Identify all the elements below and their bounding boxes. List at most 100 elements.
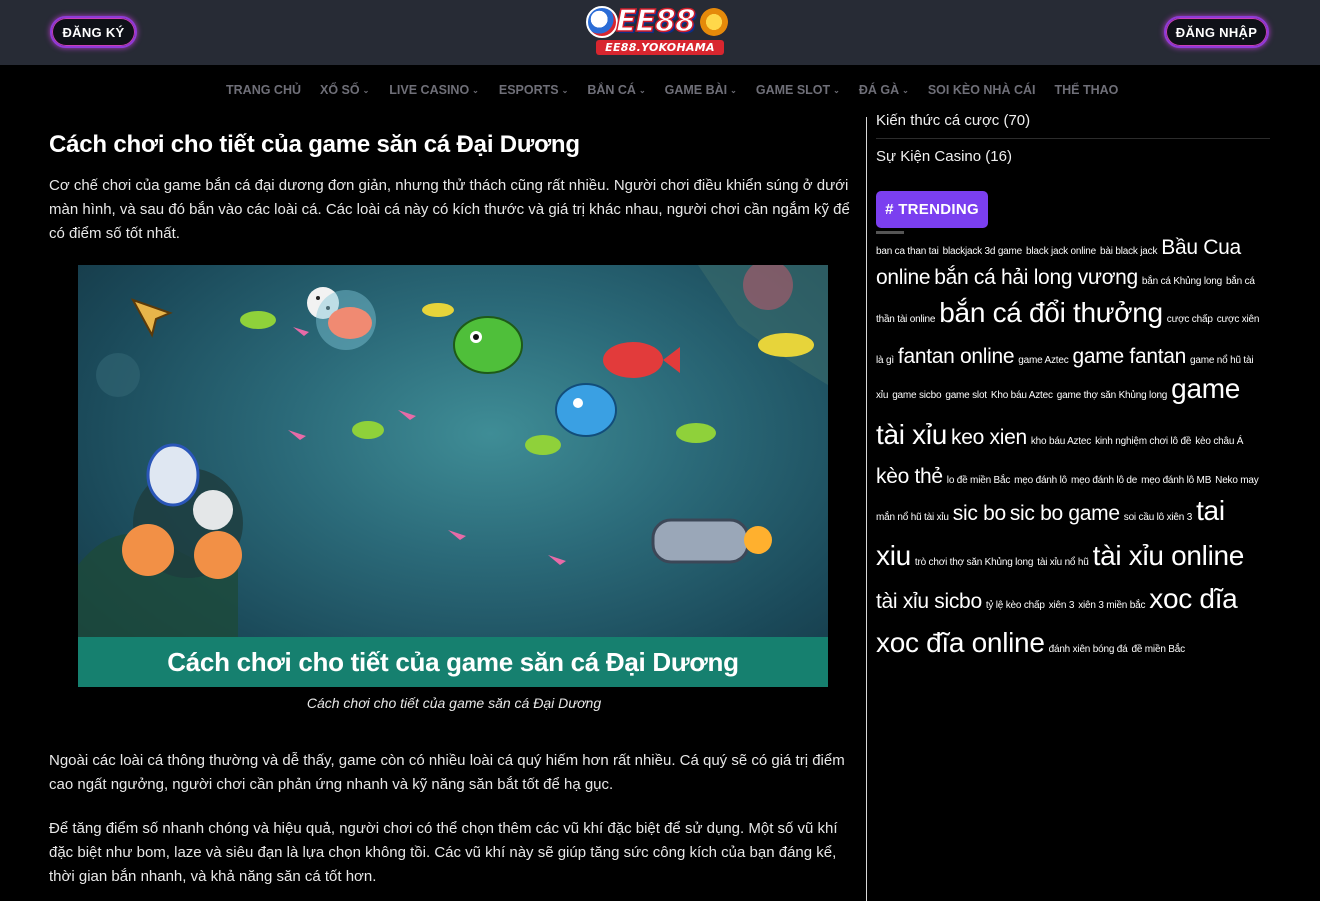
tag-link[interactable]: là gì [876,356,894,366]
coin-icon [700,8,728,36]
tag-link[interactable]: cược chấp [1167,315,1213,325]
tag-line: xiu trò chơi thợ săn Khủng long tài xỉu nổ… [876,542,1248,576]
tag-link[interactable]: sic bo game [1010,503,1120,524]
tag-line: xoc đĩa online đánh xiên bóng đá đề miền B… [876,629,1189,663]
tag-link[interactable]: kho báu Aztec [1031,437,1091,447]
content-divider [866,117,867,901]
tag-link[interactable]: xỉu [876,391,888,401]
tag-link[interactable]: tài xỉu nổ hũ [1037,558,1089,568]
site-header: ĐĂNG KÝ EE88 EE88.YOKOHAMA ĐĂNG NHẬP [0,0,1320,65]
tag-link[interactable]: lo đề miền Bắc [947,476,1011,486]
logo-text: EE88 [615,3,696,40]
tag-line: tài xỉu keo xien kho báu Aztec kinh nghiệm … [876,421,1247,455]
nav-item-label: TRANG CHỦ [226,83,301,97]
category-link[interactable]: Sự Kiện Casino (16) [876,148,1012,165]
register-button[interactable]: ĐĂNG KÝ [50,16,137,48]
category-link[interactable]: Kiến thức cá cược (70) [876,112,1030,129]
tag-link[interactable]: thần tài online [876,315,935,325]
mascot-icon [586,6,618,38]
tag-line: xỉu game sicbo game slot Kho báu Aztec game … [876,375,1244,409]
nav-item[interactable]: THỂ THAO [1055,83,1119,97]
tag-link[interactable]: keo xien [951,427,1027,448]
nav-item-label: THỂ THAO [1054,83,1119,97]
chevron-down-icon: ⌄ [902,85,909,95]
tag-link[interactable]: đánh xiên bóng đá [1049,645,1128,655]
tag-link[interactable]: xiên 3 miền bắc [1078,601,1145,611]
tag-line: online bắn cá hải long vương bắn cá Khủng … [876,267,1259,294]
tag-link[interactable]: cược xiên [1217,315,1260,325]
tag-link[interactable]: bắn cá Khủng long [1142,277,1222,287]
tag-link[interactable]: bắn cá hải long vương [934,267,1138,288]
tag-line: ban ca than tai blackjack 3d game black ja… [876,237,1245,264]
login-button[interactable]: ĐĂNG NHẬP [1164,16,1269,48]
tag-line: thần tài online bắn cá đổi thưởng cược chấ… [876,299,1263,333]
tag-link[interactable]: xoc dĩa [1149,585,1237,613]
tag-link[interactable]: sic bo [953,503,1006,524]
nav-item[interactable]: SOI KÈO NHÀ CÁI [928,83,1036,97]
tag-link[interactable]: trò chơi thợ săn Khủng long [915,558,1034,568]
tag-link[interactable]: xiu [876,542,911,570]
tag-link[interactable]: bài black jack [1100,247,1157,257]
chevron-down-icon: ⌄ [833,85,840,95]
article-heading: Cách chơi cho tiết của game săn cá Đại D… [49,131,580,158]
nav-item-label: ĐÁ GÀ [858,83,900,97]
tag-link[interactable]: game thợ săn Khủng long [1057,391,1168,401]
tag-link[interactable]: soi cầu lô xiên 3 [1124,513,1193,523]
tag-line: là gì fantan online game Aztec game fantan g… [876,346,1257,373]
article-paragraph-2: Ngoài các loài cá thông thường và dễ thấ… [49,752,845,793]
tag-link[interactable]: bắn cá [1226,277,1255,287]
tag-link[interactable]: tỷ lệ kèo chấp [986,601,1045,611]
tag-line: tài xỉu sicbo tỷ lệ kèo chấp xiên 3 xiên 3 … [876,585,1241,619]
tag-link[interactable]: black jack online [1026,247,1096,257]
tag-link[interactable]: Kho báu Aztec [991,391,1053,401]
tag-link[interactable]: Neko may [1215,476,1259,486]
tag-link[interactable]: game slot [945,391,987,401]
tag-link[interactable]: đề miền Bắc [1132,645,1186,655]
nav-item-label: GAME BÀI [664,83,728,97]
site-logo[interactable]: EE88 EE88.YOKOHAMA [586,3,734,58]
tag-link[interactable]: tài xỉu [876,421,947,449]
tag-link[interactable]: blackjack 3d game [943,247,1023,257]
nav-item[interactable]: ESPORTS ⌄ [499,83,568,97]
tag-line: mắn nổ hũ tài xỉu sic bo sic bo game soi cầ… [876,497,1229,531]
article-paragraph-1: Cơ chế chơi của game bắn cá đại dương đơ… [49,177,850,242]
tag-link[interactable]: tài xỉu online [1093,542,1245,570]
nav-item-label: SOI KÈO NHÀ CÁI [927,83,1036,97]
tag-link[interactable]: tài xỉu sicbo [876,591,982,612]
tag-link[interactable]: mẹo đánh lô de [1071,476,1137,486]
chevron-down-icon: ⌄ [561,85,569,95]
nav-item[interactable]: TRANG CHỦ [226,83,301,97]
nav-item[interactable]: ĐÁ GÀ ⌄ [859,83,909,97]
tag-link[interactable]: ban ca than tai [876,247,939,257]
tag-link[interactable]: kinh nghiệm chơi lô đề [1095,437,1191,447]
tag-link[interactable]: game fantan [1073,346,1187,367]
tag-link[interactable]: game sicbo [892,391,941,401]
tag-link[interactable]: kèo thẻ [876,466,943,487]
chevron-down-icon: ⌄ [362,85,370,95]
tag-link[interactable]: mắn nổ hũ tài xỉu [876,513,949,523]
tag-link[interactable]: tai [1196,497,1225,525]
nav-item[interactable]: BẮN CÁ ⌄ [587,83,645,97]
tag-link[interactable]: fantan online [898,346,1015,367]
nav-item[interactable]: LIVE CASINO ⌄ [389,83,479,97]
tag-link[interactable]: kèo châu Á [1195,437,1243,447]
tag-link[interactable]: game Aztec [1018,356,1068,366]
nav-item[interactable]: GAME BÀI ⌄ [665,83,737,97]
tag-link[interactable]: game nổ hũ tài [1190,356,1254,366]
tag-link[interactable]: online [876,267,931,288]
tag-link[interactable]: mẹo đánh lô MB [1141,476,1211,486]
image-banner: Cách chơi cho tiết của game săn cá Đại D… [78,637,828,687]
tag-link[interactable]: bắn cá đổi thưởng [939,299,1163,327]
tag-link[interactable]: Bầu Cua [1161,237,1241,258]
article-image: Cách chơi cho tiết của game săn cá Đại D… [78,265,828,687]
nav-item-label: GAME SLOT [755,83,831,97]
nav-item-label: ESPORTS [498,83,559,97]
tag-link[interactable]: game [1171,375,1240,403]
tag-link[interactable]: mẹo đánh lô [1014,476,1067,486]
tag-link[interactable]: xoc đĩa online [876,629,1045,657]
nav-item[interactable]: GAME SLOT ⌄ [756,83,840,97]
tag-link[interactable]: xiên 3 [1049,601,1075,611]
nav-item[interactable]: XỔ SỐ ⌄ [320,83,369,97]
image-caption: Cách chơi cho tiết của game săn cá Đại D… [306,695,602,711]
chevron-down-icon: ⌄ [638,85,646,95]
